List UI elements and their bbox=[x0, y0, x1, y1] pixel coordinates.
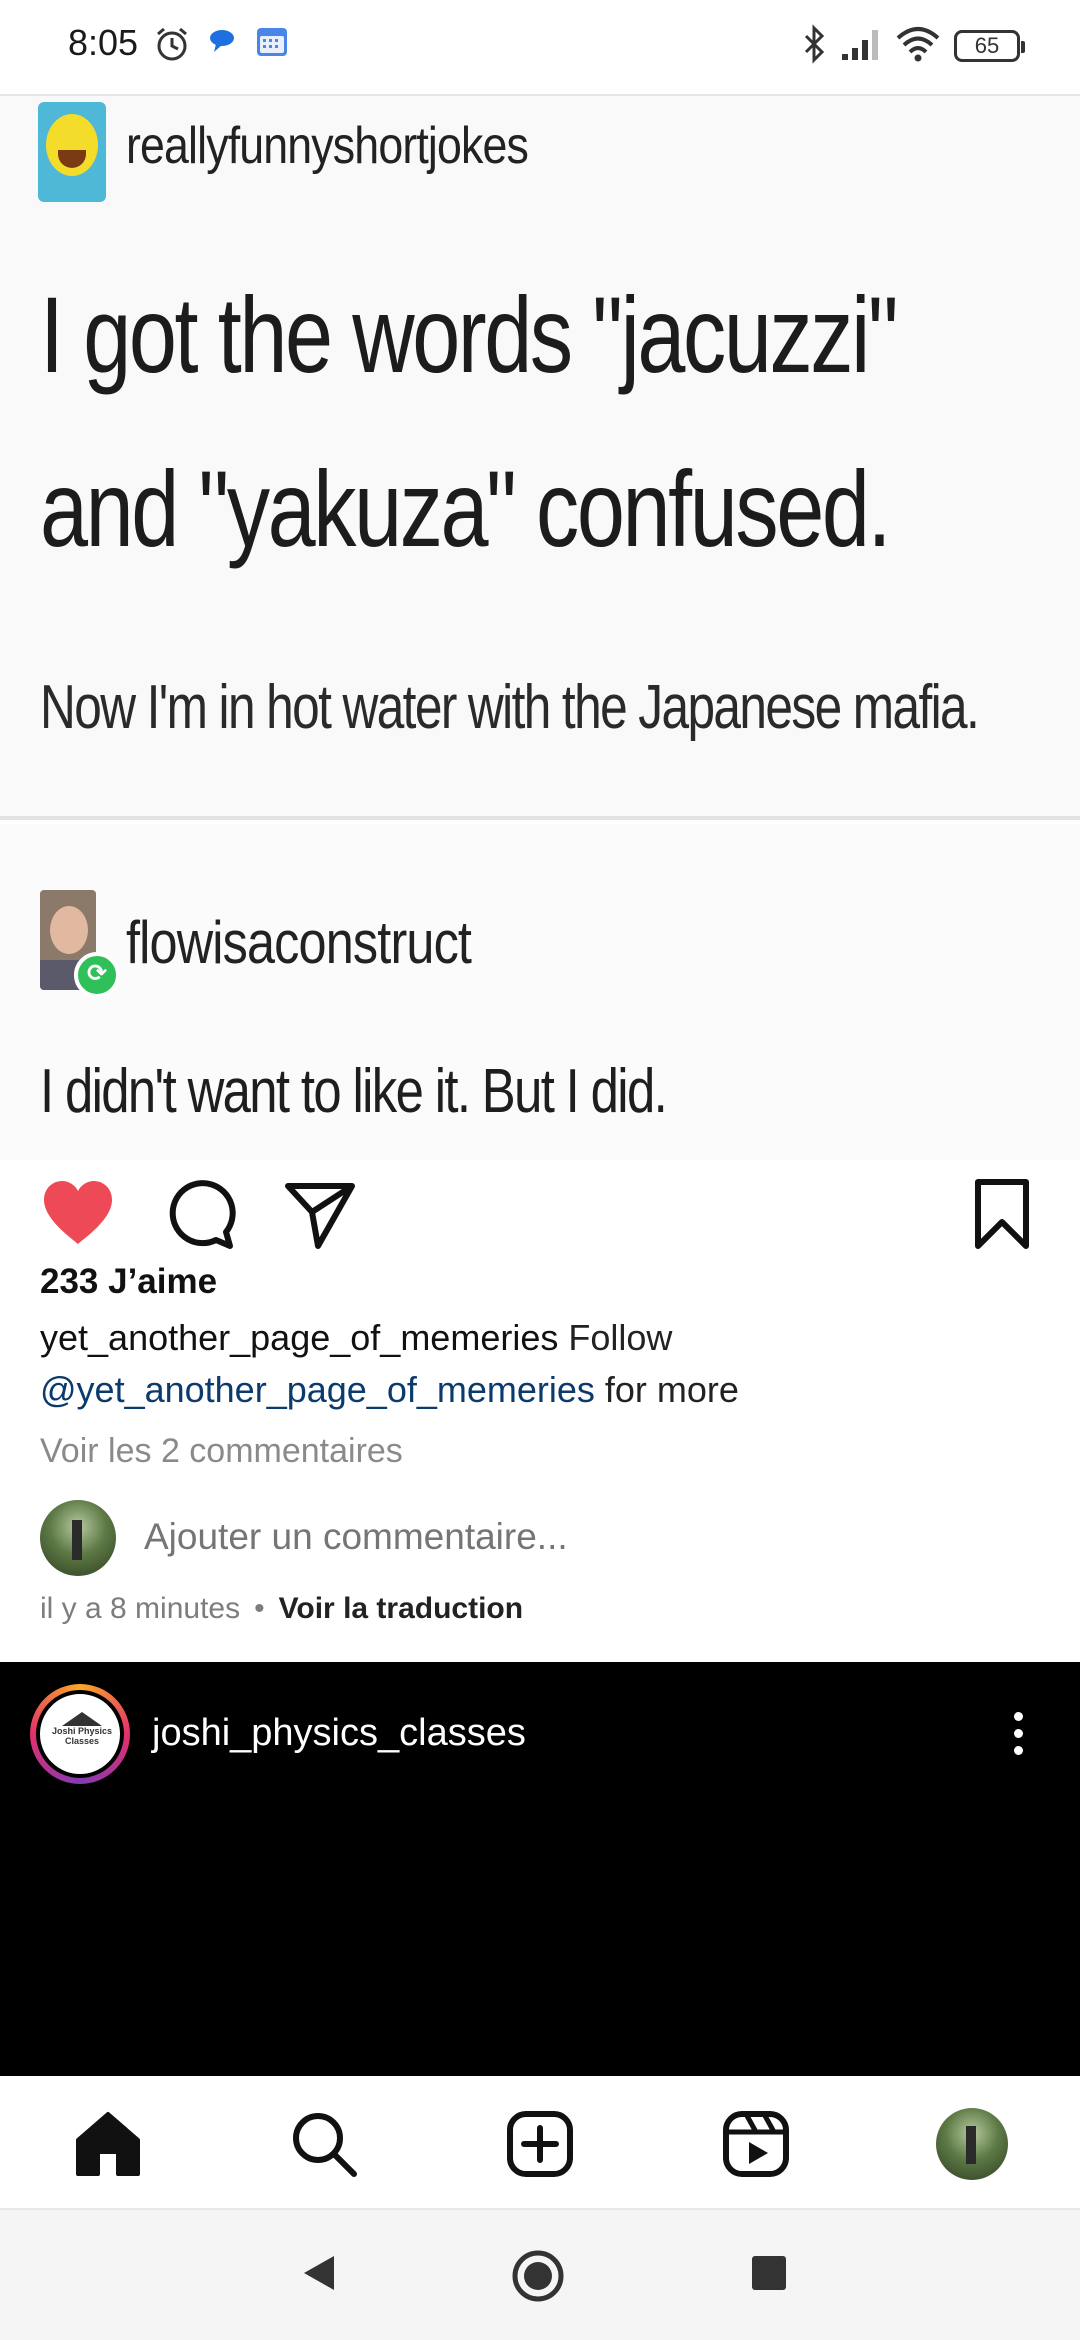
avatar: Joshi Physics Classes bbox=[36, 1690, 124, 1778]
profile-avatar[interactable] bbox=[936, 2108, 1008, 2180]
view-comments-link[interactable]: Voir les 2 commentaires bbox=[40, 1432, 403, 1471]
tumblr-top-post: reallyfunnyshortjokes I got the words "j… bbox=[0, 96, 1080, 820]
bottom-nav bbox=[0, 2076, 1080, 2210]
next-post: Joshi Physics Classes joshi_physics_clas… bbox=[0, 1662, 1080, 2076]
calendar-icon bbox=[257, 28, 287, 56]
system-nav bbox=[0, 2210, 1080, 2340]
signal-icon bbox=[842, 30, 878, 60]
post-image[interactable]: reallyfunnyshortjokes I got the words "j… bbox=[0, 96, 1080, 1160]
search-icon[interactable] bbox=[286, 2106, 362, 2182]
timestamp: il y a 8 minutes bbox=[40, 1592, 241, 1625]
reblog-icon: ⟳ bbox=[74, 952, 120, 998]
send-icon[interactable] bbox=[280, 1174, 360, 1254]
comment-icon[interactable] bbox=[160, 1174, 240, 1254]
joke-punchline: Now I'm in hot water with the Japanese m… bbox=[40, 673, 980, 742]
separator: • bbox=[254, 1592, 265, 1625]
joke-line: I got the words "jacuzzi" bbox=[40, 274, 899, 395]
back-icon[interactable] bbox=[296, 2248, 346, 2298]
caption-text: for more bbox=[594, 1369, 739, 1410]
status-bar: 8:05 65 bbox=[0, 0, 1080, 96]
battery-icon: 65 bbox=[954, 30, 1025, 62]
heart-filled-icon[interactable] bbox=[38, 1174, 118, 1254]
joke-line: and "yakuza" confused. bbox=[40, 448, 892, 569]
avatar-logo-text: Joshi Physics Classes bbox=[51, 1726, 113, 1746]
alarm-icon bbox=[157, 27, 187, 61]
blog-name: flowisaconstruct bbox=[126, 909, 472, 976]
bluetooth-icon bbox=[804, 24, 825, 64]
caption-username[interactable]: yet_another_page_of_memeries bbox=[40, 1317, 558, 1358]
caption-text: Follow bbox=[558, 1317, 673, 1358]
more-options-icon[interactable] bbox=[1000, 1708, 1040, 1760]
chat-bubble-icon bbox=[210, 30, 234, 52]
bookmark-icon[interactable] bbox=[962, 1174, 1042, 1254]
post-actions bbox=[0, 1160, 1080, 1270]
reels-icon[interactable] bbox=[718, 2106, 794, 2182]
post-username[interactable]: joshi_physics_classes bbox=[152, 1712, 526, 1755]
blog-name: reallyfunnyshortjokes bbox=[126, 117, 529, 175]
recents-icon[interactable] bbox=[744, 2248, 794, 2298]
story-ring[interactable]: Joshi Physics Classes bbox=[30, 1684, 130, 1784]
translate-link[interactable]: Voir la traduction bbox=[279, 1592, 523, 1625]
status-time: 8:05 bbox=[68, 22, 139, 63]
wifi-icon bbox=[896, 27, 940, 62]
reblog-comment: I didn't want to like it. But I did. bbox=[40, 1057, 668, 1126]
caption-mention[interactable]: @yet_another_page_of_memeries bbox=[40, 1369, 595, 1410]
create-icon[interactable] bbox=[502, 2106, 578, 2182]
post-timestamp-row: il y a 8 minutes • Voir la traduction bbox=[40, 1592, 523, 1626]
laughing-emoji-avatar bbox=[38, 102, 106, 202]
tumblr-reblog: ⟳ flowisaconstruct I didn't want to like… bbox=[0, 824, 1080, 1160]
comment-input[interactable] bbox=[144, 1516, 944, 1558]
post-caption: yet_another_page_of_memeries Follow @yet… bbox=[40, 1312, 1040, 1416]
like-count[interactable]: 233 J’aime bbox=[40, 1262, 217, 1302]
avatar bbox=[40, 1500, 116, 1576]
home-circle-icon[interactable] bbox=[510, 2248, 566, 2304]
home-icon[interactable] bbox=[70, 2106, 146, 2182]
